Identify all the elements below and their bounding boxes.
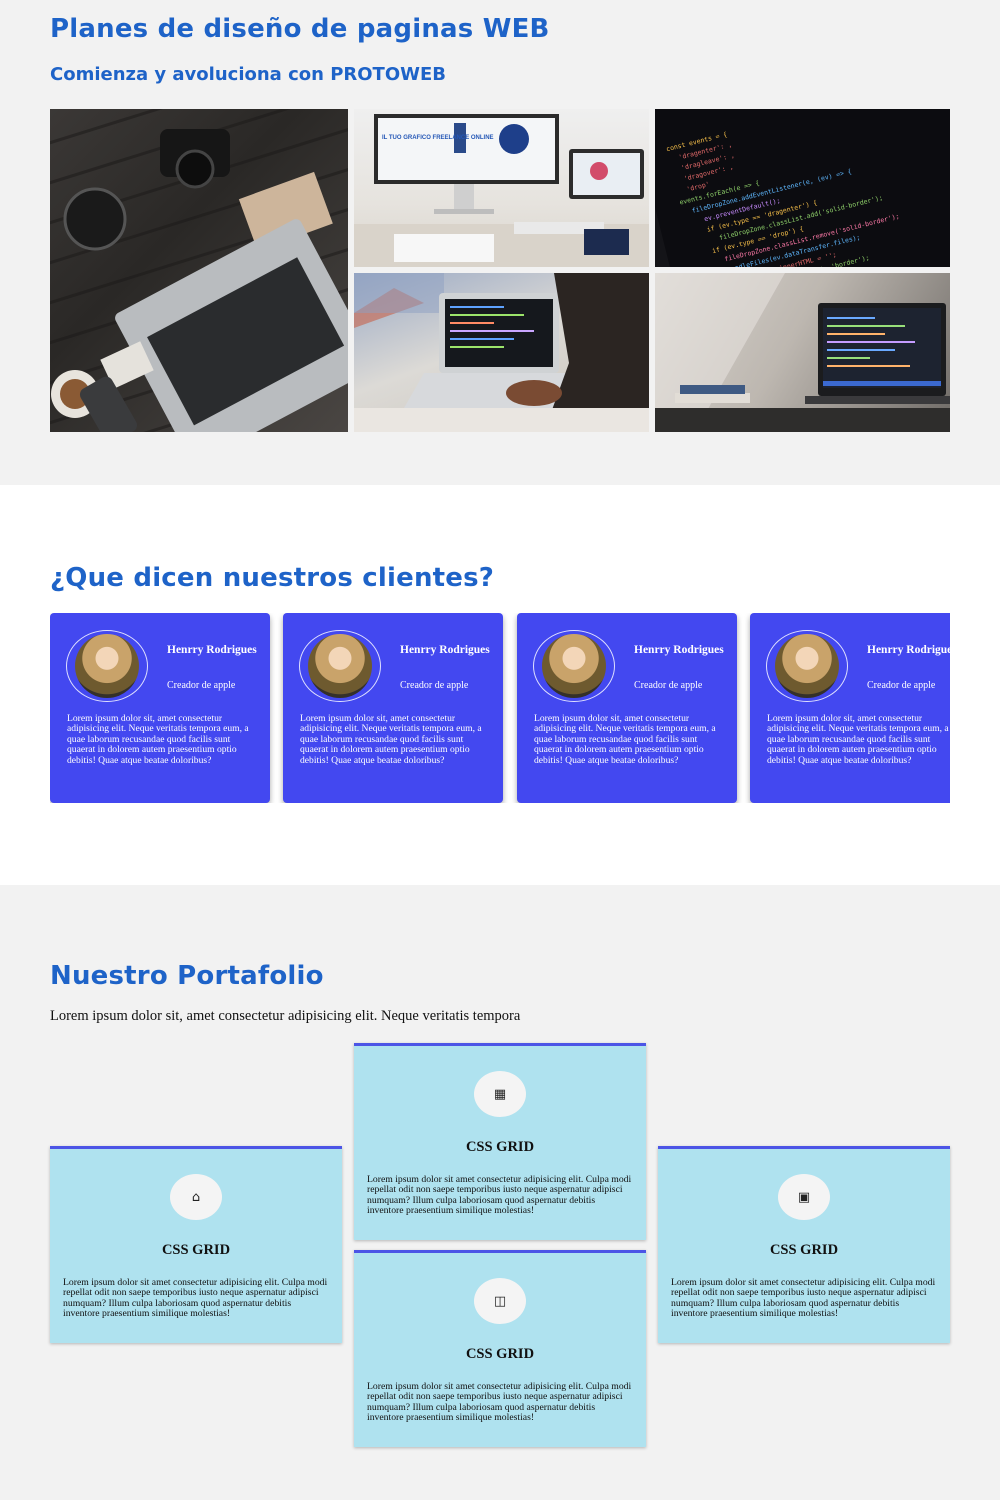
portfolio-intro: Lorem ipsum dolor sit, amet consectetur …: [50, 1008, 521, 1024]
portfolio-card-title: CSS GRID: [769, 1242, 839, 1258]
avatar-ring: [66, 630, 148, 702]
avatar: [308, 634, 372, 698]
gallery-photo-person-laptop: [354, 273, 649, 432]
portfolio-card: ▣ CSS GRID Lorem ipsum dolor sit amet co…: [658, 1146, 950, 1343]
client-quote: Lorem ipsum dolor sit, amet consectetur …: [767, 713, 949, 766]
testimonial-card: Henrry Rodrigues Creador de apple Lorem …: [517, 613, 737, 803]
gallery-photo-monitor-desk: IL TUO GRAFICO FREELANCE ONLINE: [354, 109, 649, 267]
client-name: Henrry Rodrigues: [867, 644, 950, 656]
portfolio-title: Nuestro Portafolio: [50, 961, 324, 991]
client-name: Henrry Rodrigues: [167, 644, 257, 656]
gallery-photo-code-screen: const events = { 'dragenter': , 'draglea…: [655, 109, 950, 267]
avatar-ring: [533, 630, 615, 702]
page-title: Planes de diseño de paginas WEB: [50, 14, 550, 44]
gallery-photo-desk-laptop: [50, 109, 348, 432]
testimonials-row: Henrry Rodrigues Creador de apple Lorem …: [50, 613, 950, 803]
page-subtitle: Comienza y avoluciona con PROTOWEB: [50, 64, 446, 85]
qr-code-icon: ▣: [778, 1174, 830, 1220]
monitor-screen-text: IL TUO GRAFICO FREELANCE ONLINE: [382, 135, 494, 141]
portfolio-card: ⌂ CSS GRID Lorem ipsum dolor sit amet co…: [50, 1146, 342, 1343]
photo-gallery: IL TUO GRAFICO FREELANCE ONLINE const ev…: [50, 109, 950, 432]
portfolio-card-text: Lorem ipsum dolor sit amet consectetur a…: [367, 1381, 632, 1424]
testimonials-section: ¿Que dicen nuestros clientes? Henrry Rod…: [0, 485, 1000, 885]
portfolio-section: Nuestro Portafolio Lorem ipsum dolor sit…: [0, 885, 1000, 1500]
avatar: [775, 634, 839, 698]
avatar: [75, 634, 139, 698]
portfolio-card-text: Lorem ipsum dolor sit amet consectetur a…: [367, 1174, 632, 1217]
avatar: [542, 634, 606, 698]
client-quote: Lorem ipsum dolor sit, amet consectetur …: [67, 713, 249, 766]
gallery-photo-laptop-shadow: [655, 273, 950, 432]
store-icon: ⌂: [170, 1174, 222, 1220]
client-quote: Lorem ipsum dolor sit, amet consectetur …: [534, 713, 716, 766]
client-role: Creador de apple: [400, 680, 469, 691]
portfolio-card-text: Lorem ipsum dolor sit amet consectetur a…: [63, 1277, 328, 1320]
portfolio-card: ◫ CSS GRID Lorem ipsum dolor sit amet co…: [354, 1250, 646, 1447]
portfolio-card-text: Lorem ipsum dolor sit amet consectetur a…: [671, 1277, 936, 1320]
testimonial-card: Henrry Rodrigues Creador de apple Lorem …: [283, 613, 503, 803]
building-icon: ▦: [474, 1071, 526, 1117]
portfolio-card-title: CSS GRID: [465, 1139, 535, 1155]
portfolio-card-title: CSS GRID: [465, 1346, 535, 1362]
portfolio-card: ▦ CSS GRID Lorem ipsum dolor sit amet co…: [354, 1043, 646, 1240]
client-role: Creador de apple: [867, 680, 936, 691]
testimonial-card: Henrry Rodrigues Creador de apple Lorem …: [750, 613, 950, 803]
office-icon: ◫: [474, 1278, 526, 1324]
plans-section: Planes de diseño de paginas WEB Comienza…: [0, 0, 1000, 485]
portfolio-card-title: CSS GRID: [161, 1242, 231, 1258]
client-quote: Lorem ipsum dolor sit, amet consectetur …: [300, 713, 482, 766]
client-name: Henrry Rodrigues: [400, 644, 490, 656]
client-role: Creador de apple: [167, 680, 236, 691]
avatar-ring: [766, 630, 848, 702]
testimonial-card: Henrry Rodrigues Creador de apple Lorem …: [50, 613, 270, 803]
testimonials-title: ¿Que dicen nuestros clientes?: [50, 563, 495, 593]
avatar-ring: [299, 630, 381, 702]
client-name: Henrry Rodrigues: [634, 644, 724, 656]
client-role: Creador de apple: [634, 680, 703, 691]
